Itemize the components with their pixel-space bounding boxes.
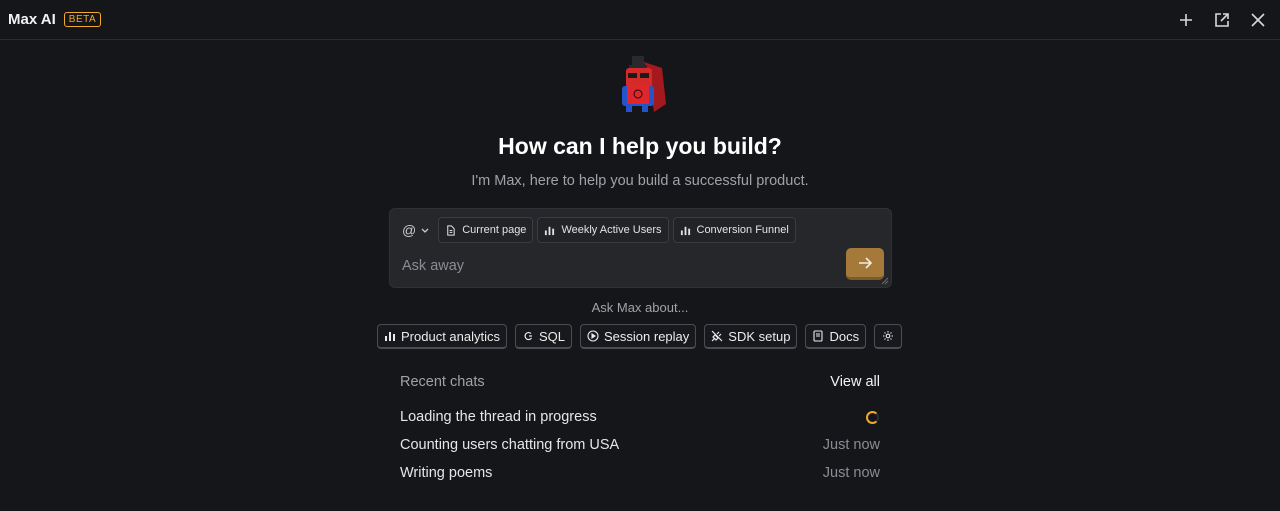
- suggestion-sql[interactable]: SQL: [515, 324, 573, 349]
- recent-chats-title: Recent chats: [400, 374, 485, 390]
- chat-row[interactable]: Counting users chatting from USA Just no…: [400, 431, 880, 459]
- close-button[interactable]: [1246, 8, 1270, 32]
- view-all-link[interactable]: View all: [830, 374, 880, 390]
- send-button[interactable]: [846, 248, 884, 280]
- beta-badge: BETA: [63, 12, 102, 27]
- top-bar: Max AI BETA: [0, 0, 1280, 40]
- chat-timestamp: Just now: [822, 437, 880, 453]
- book-icon: [813, 330, 824, 342]
- suggestion-label: SQL: [539, 328, 566, 344]
- context-chip-label: Conversion Funnel: [696, 224, 789, 236]
- gear-icon: [883, 331, 894, 341]
- suggestion-session-replay[interactable]: Session replay: [580, 324, 697, 349]
- context-row: @ Current page Weekly Active Users Conve…: [398, 217, 796, 243]
- context-chip-weekly-active-users[interactable]: Weekly Active Users: [537, 217, 669, 243]
- chat-title: Counting users chatting from USA: [400, 437, 620, 453]
- open-external-icon: [1215, 13, 1229, 27]
- context-chip-conversion-funnel[interactable]: Conversion Funnel: [672, 217, 796, 243]
- suggestion-list: Product analytics SQL Session replay SDK…: [377, 324, 903, 349]
- suggestion-label: SDK setup: [728, 328, 791, 344]
- max-hedgehog-mascot: [622, 56, 666, 112]
- play-circle-icon: [587, 330, 599, 342]
- arrow-right-icon: [859, 256, 873, 269]
- top-actions: [1174, 8, 1270, 32]
- context-chip-current-page[interactable]: Current page: [438, 217, 534, 243]
- plug-icon: [711, 330, 723, 342]
- chat-title: Writing poems: [400, 465, 493, 481]
- app-title: Max AI: [8, 11, 56, 28]
- chat-row[interactable]: Writing poems Just now: [400, 459, 880, 487]
- add-context-button[interactable]: @: [398, 217, 434, 243]
- loading-spinner-icon: [866, 410, 879, 424]
- bar-chart-icon: [680, 226, 690, 235]
- suggestions-title: Ask Max about...: [591, 300, 689, 315]
- page-title: How can I help you build?: [498, 133, 782, 159]
- recent-chat-list: Loading the thread in progress Counting …: [400, 403, 880, 487]
- chat-row[interactable]: Loading the thread in progress: [400, 403, 880, 431]
- suggestion-docs[interactable]: Docs: [805, 324, 867, 349]
- chat-composer: @ Current page Weekly Active Users Conve…: [389, 208, 892, 288]
- suggestion-settings-button[interactable]: [874, 324, 903, 349]
- suggestion-product-analytics[interactable]: Product analytics: [377, 324, 507, 349]
- page-subtitle: I'm Max, here to help you build a succes…: [471, 173, 809, 189]
- document-icon: [447, 224, 455, 236]
- recent-chats-header: Recent chats View all: [400, 374, 880, 390]
- suggestion-label: Product analytics: [401, 328, 500, 344]
- suggestion-label: Docs: [829, 328, 860, 344]
- sql-icon: [524, 331, 532, 341]
- ask-input[interactable]: [402, 255, 822, 277]
- plus-icon: [1180, 14, 1192, 26]
- chat-timestamp: Just now: [822, 465, 880, 481]
- chat-title: Loading the thread in progress: [400, 409, 597, 425]
- open-in-new-button[interactable]: [1210, 8, 1234, 32]
- close-icon: [1251, 13, 1265, 27]
- chevron-down-icon: [421, 228, 429, 233]
- bar-chart-icon: [385, 332, 395, 341]
- at-label: @: [402, 222, 417, 238]
- suggestion-label: Session replay: [604, 328, 690, 344]
- resize-handle[interactable]: [881, 277, 889, 285]
- suggestion-sdk-setup[interactable]: SDK setup: [704, 324, 798, 349]
- context-chip-label: Current page: [462, 224, 527, 236]
- context-chip-label: Weekly Active Users: [561, 224, 662, 236]
- bar-chart-icon: [545, 226, 555, 235]
- new-chat-button[interactable]: [1174, 8, 1198, 32]
